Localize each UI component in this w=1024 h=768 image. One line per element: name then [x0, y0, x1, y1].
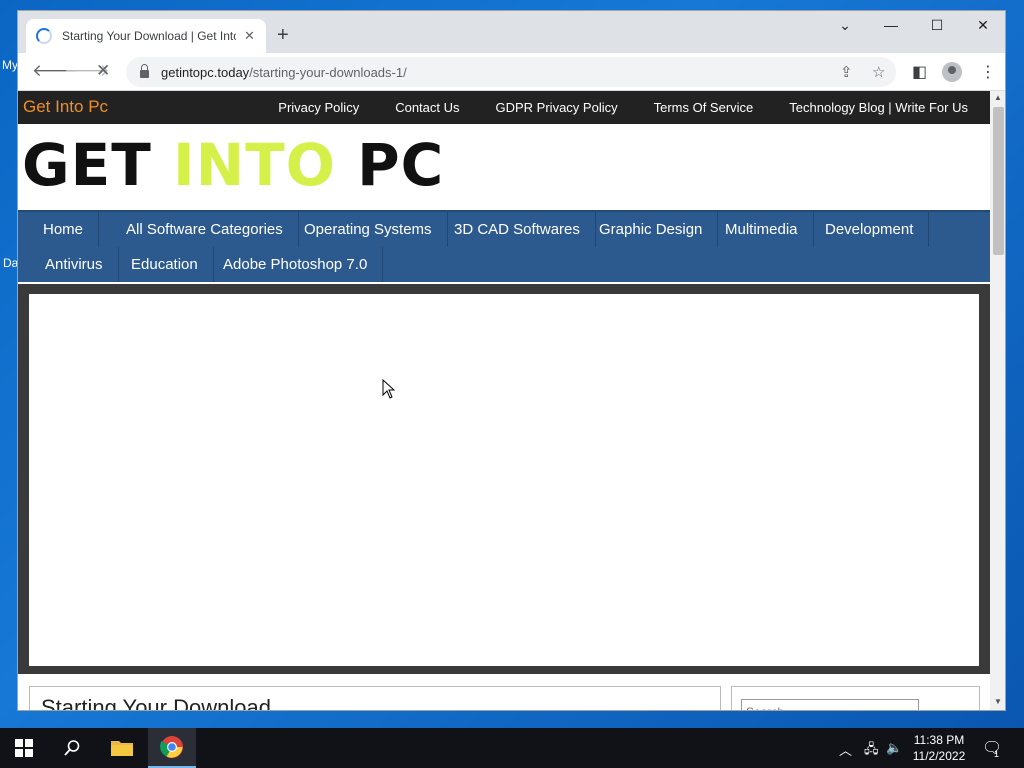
scroll-up-arrow-icon[interactable]: ▲	[994, 93, 1002, 102]
scroll-thumb[interactable]	[993, 107, 1004, 255]
nav-item-all-software-categories[interactable]: All Software Categories	[111, 212, 299, 247]
notification-icon[interactable]: 🗨	[982, 738, 1002, 758]
nav-item-antivirus[interactable]: Antivirus	[30, 247, 119, 282]
search-input[interactable]	[741, 699, 919, 710]
share-icon[interactable]: ⇪	[840, 63, 853, 81]
page-scrollbar[interactable]: ▲ ▼	[990, 91, 1005, 710]
file-explorer-button[interactable]	[98, 728, 146, 768]
side-panel-icon[interactable]: ◧	[912, 62, 927, 82]
lock-icon[interactable]	[140, 64, 149, 78]
tab-search-icon[interactable]: ⌄	[835, 17, 855, 34]
sidebar-search-box	[731, 686, 980, 710]
desktop-icon-label[interactable]: My	[2, 58, 18, 72]
contact-us-link[interactable]: Contact Us	[395, 100, 459, 115]
nav-item-multimedia[interactable]: Multimedia	[710, 212, 814, 247]
start-button[interactable]	[0, 728, 48, 768]
tab-strip: Starting Your Download | Get Into Pc ✕ +…	[18, 11, 1005, 53]
gdpr-privacy-policy-link[interactable]: GDPR Privacy Policy	[496, 100, 618, 115]
scroll-down-arrow-icon[interactable]: ▼	[994, 697, 1002, 706]
bookmark-star-icon[interactable]: ☆	[872, 63, 885, 81]
tab-close-icon[interactable]: ✕	[244, 28, 255, 44]
nav-item-development[interactable]: Development	[810, 212, 930, 247]
new-tab-button[interactable]: +	[277, 25, 289, 45]
volume-icon[interactable]: 🔈	[886, 740, 902, 756]
minimize-button[interactable]: —	[881, 17, 901, 33]
web-page: Get Into Pc Privacy Policy Contact Us GD…	[18, 91, 990, 711]
site-logo[interactable]: GET INTO PC	[22, 133, 444, 197]
chrome-icon	[160, 736, 183, 758]
nav-item-operating-systems[interactable]: Operating Systems	[289, 212, 448, 247]
site-top-bar: Get Into Pc Privacy Policy Contact Us GD…	[18, 91, 990, 124]
menu-dots-icon[interactable]: ⋮	[980, 62, 996, 82]
close-window-button[interactable]: ✕	[973, 17, 993, 34]
folder-icon	[111, 741, 133, 756]
search-button[interactable]	[48, 728, 96, 768]
mouse-cursor-icon	[382, 379, 396, 399]
nav-item-3d-cad-softwares[interactable]: 3D CAD Softwares	[439, 212, 596, 247]
ad-frame-blank-area[interactable]	[29, 294, 979, 666]
main-content-box: Starting Your Download	[29, 686, 721, 711]
technology-blog-link[interactable]: Technology Blog | Write For Us	[789, 100, 968, 115]
chevron-up-icon[interactable]: ︿	[839, 740, 852, 759]
tab-title: Starting Your Download | Get Into Pc	[62, 29, 236, 43]
site-name-link[interactable]: Get Into Pc	[23, 97, 108, 117]
main-navigation: Home All Software Categories Operating S…	[18, 210, 990, 282]
url-text[interactable]: getintopc.today/starting-your-downloads-…	[161, 65, 407, 80]
nav-item-home[interactable]: Home	[28, 212, 100, 247]
top-links: Privacy Policy Contact Us GDPR Privacy P…	[278, 100, 968, 115]
browser-toolbar: 🡐 🡒 ✕ getintopc.today/starting-your-down…	[18, 53, 1005, 91]
tab-active[interactable]: Starting Your Download | Get Into Pc ✕	[26, 19, 266, 53]
content-title: Starting Your Download	[41, 695, 271, 711]
address-bar[interactable]: getintopc.today/starting-your-downloads-…	[126, 57, 896, 87]
nav-item-adobe-photoshop[interactable]: Adobe Photoshop 7.0	[208, 247, 384, 282]
ad-frame	[18, 284, 990, 674]
nav-item-graphic-design[interactable]: Graphic Design	[584, 212, 719, 247]
privacy-policy-link[interactable]: Privacy Policy	[278, 100, 359, 115]
search-icon	[64, 740, 80, 756]
loading-spinner-icon	[36, 28, 52, 44]
stop-loading-icon[interactable]: ✕	[96, 62, 110, 80]
clock-time: 11:38 PM	[913, 733, 965, 747]
terms-of-service-link[interactable]: Terms Of Service	[654, 100, 754, 115]
maximize-button[interactable]: ☐	[927, 17, 947, 34]
nav-item-education[interactable]: Education	[116, 247, 214, 282]
clock-date: 11/2/2022	[912, 749, 966, 763]
windows-logo-icon	[15, 739, 33, 757]
clock[interactable]: 11:38 PM 11/2/2022	[906, 732, 972, 764]
network-icon[interactable]: 🖧	[864, 740, 879, 762]
profile-avatar[interactable]	[942, 62, 962, 82]
chrome-taskbar-button[interactable]	[148, 728, 196, 768]
notification-count: 1	[994, 749, 1000, 759]
browser-window: Starting Your Download | Get Into Pc ✕ +…	[17, 10, 1006, 711]
taskbar: ︿ 🖧 🔈 11:38 PM 11/2/2022 🗨 1	[0, 728, 1024, 768]
